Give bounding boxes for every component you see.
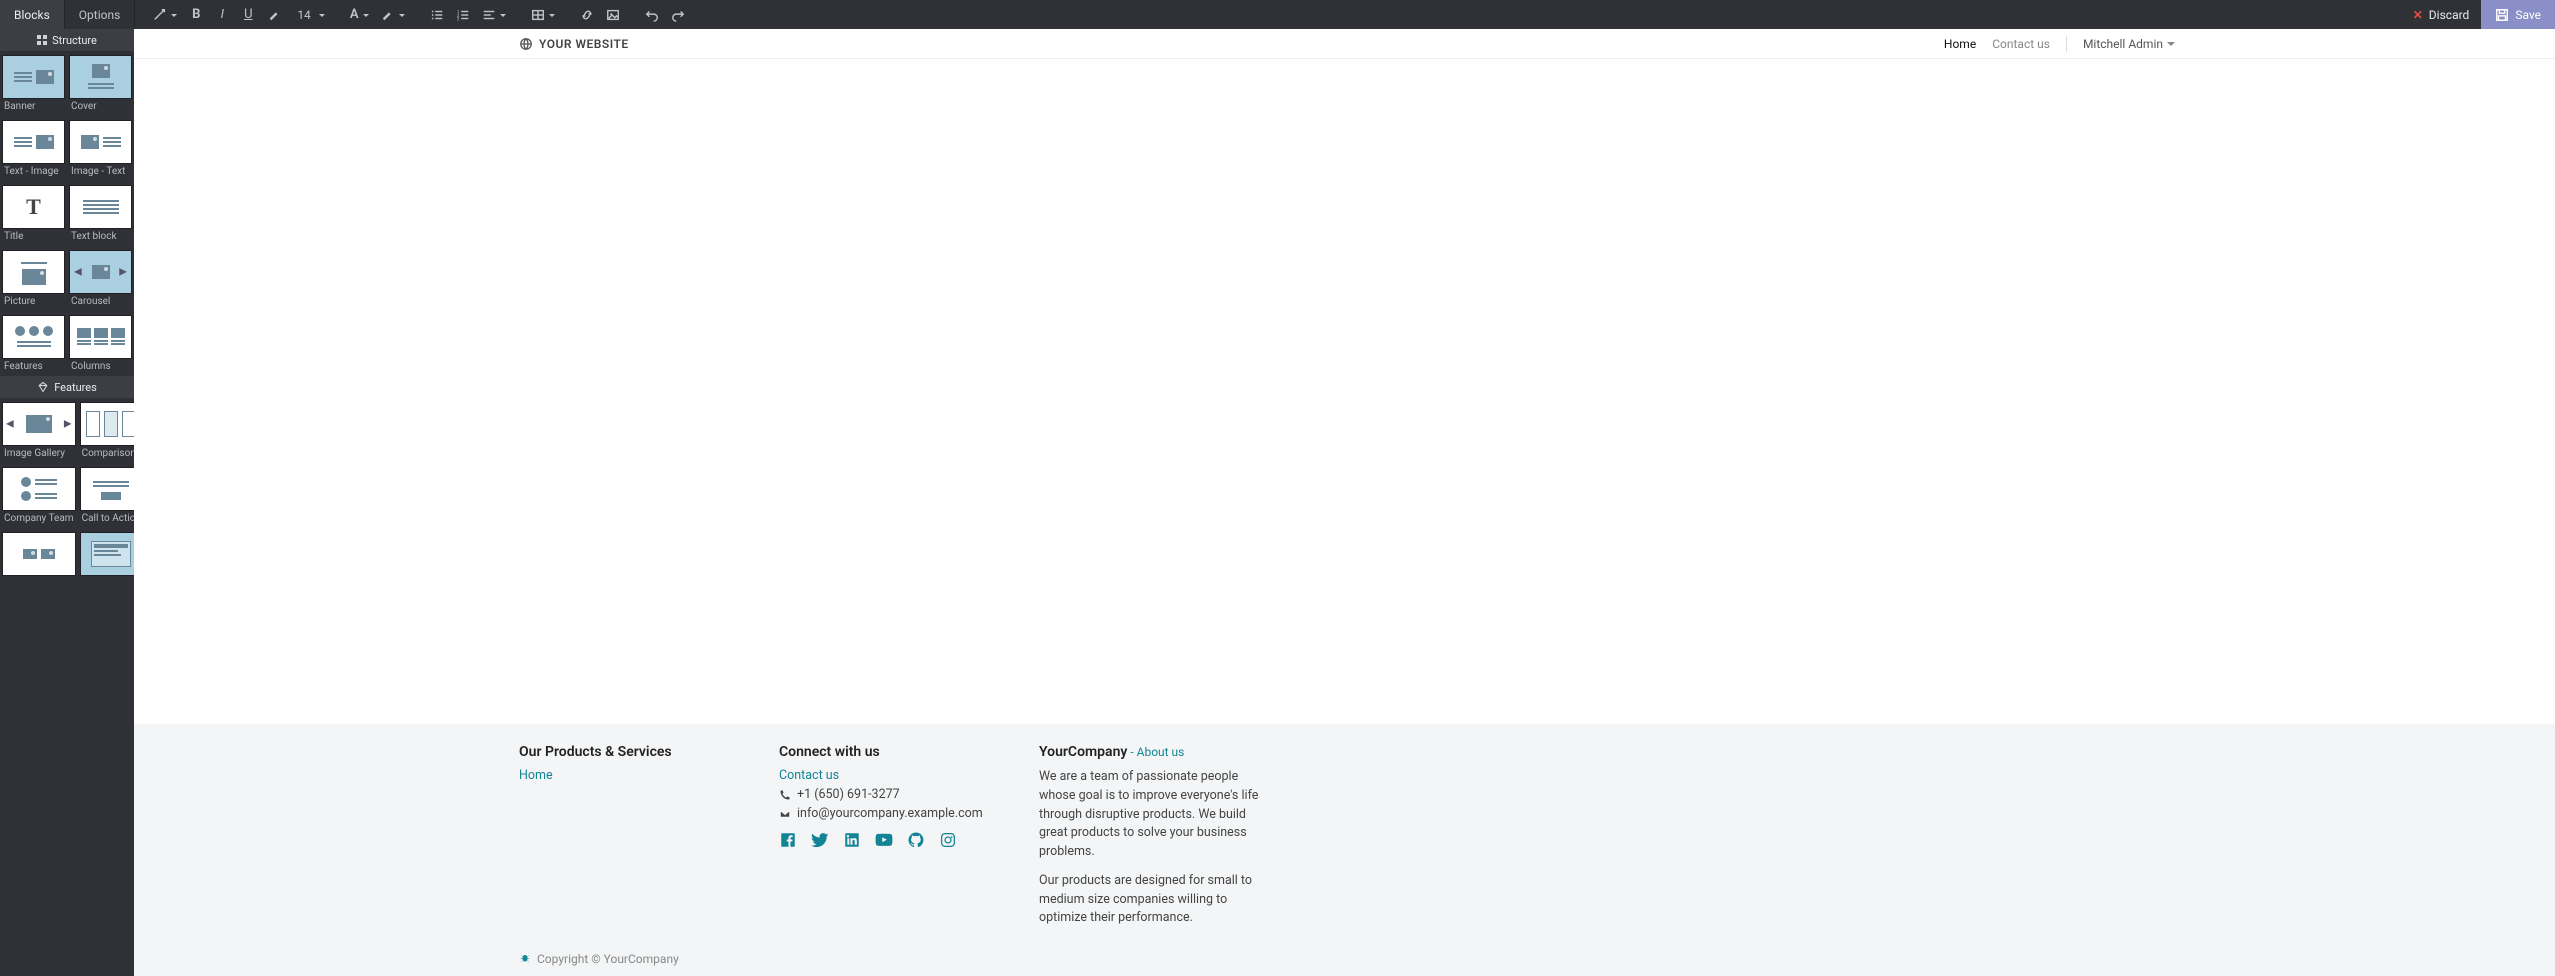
block-text-image[interactable]: Text - Image (0, 116, 67, 181)
underline-button[interactable]: U (235, 0, 261, 29)
footer-col1-title: Our Products & Services (519, 744, 739, 760)
youtube-icon[interactable] (875, 831, 893, 849)
block-features[interactable]: Features (0, 311, 67, 376)
highlight-dropdown[interactable] (375, 0, 411, 29)
footer-email: info@yourcompany.example.com (779, 806, 999, 821)
list-ol-button[interactable]: 123 (450, 0, 476, 29)
footer-socials (779, 831, 999, 849)
site-brand-text: YOUR WEBSITE (539, 37, 629, 51)
bold-button[interactable]: B (183, 0, 209, 29)
nav-user-menu[interactable]: Mitchell Admin (2083, 37, 2175, 51)
website-preview: YOUR WEBSITE Home Contact us Mitchell Ad… (134, 29, 2555, 976)
sidebar-scroll[interactable]: Structure Banner Cover Text - Image (0, 29, 134, 976)
footer-about-link[interactable]: About us (1137, 745, 1185, 759)
style-dropdown[interactable] (147, 0, 183, 29)
editor-toolbar: Blocks Options B I U 14 A 123 (0, 0, 2555, 29)
block-image-gallery[interactable]: ◀ ▶ Image Gallery (0, 398, 78, 463)
phone-icon (779, 789, 791, 801)
block-comparisons[interactable]: Comparisons (78, 398, 134, 463)
block-carousel[interactable]: ◀ ▶ Carousel (67, 246, 134, 311)
footer-link-home[interactable]: Home (519, 768, 739, 783)
italic-button[interactable]: I (209, 0, 235, 29)
font-color-dropdown[interactable]: A (344, 0, 375, 29)
envelope-icon (779, 808, 791, 820)
align-dropdown[interactable] (476, 0, 512, 29)
image-button[interactable] (600, 0, 626, 29)
nav-user-name: Mitchell Admin (2083, 37, 2163, 51)
save-button[interactable]: Save (2481, 0, 2555, 29)
block-image-text[interactable]: Image - Text (67, 116, 134, 181)
tab-options[interactable]: Options (65, 0, 136, 29)
block-call-to-action[interactable]: Call to Action (78, 463, 134, 528)
block-text[interactable]: Text block (67, 181, 134, 246)
facebook-icon[interactable] (779, 831, 797, 849)
redo-button[interactable] (665, 0, 691, 29)
footer-about-p2: Our products are designed for small to m… (1039, 872, 1269, 928)
block-partial-2[interactable] (78, 528, 134, 576)
bug-icon[interactable] (519, 953, 531, 965)
nav-contact[interactable]: Contact us (1992, 37, 2050, 51)
block-columns[interactable]: Columns (67, 311, 134, 376)
footer-link-contact[interactable]: Contact us (779, 768, 999, 783)
close-icon: ✕ (2413, 8, 2423, 22)
sidebar-heading-features: Features (0, 376, 134, 398)
footer-col2-title: Connect with us (779, 744, 999, 760)
linkedin-icon[interactable] (843, 831, 861, 849)
discard-button[interactable]: ✕ Discard (2401, 0, 2482, 29)
instagram-icon[interactable] (939, 831, 957, 849)
svg-text:3: 3 (456, 17, 459, 22)
site-header: YOUR WEBSITE Home Contact us Mitchell Ad… (134, 29, 2555, 59)
undo-button[interactable] (639, 0, 665, 29)
clear-format-button[interactable] (261, 0, 287, 29)
font-size-value: 14 (293, 8, 315, 22)
site-logo[interactable]: YOUR WEBSITE (519, 37, 629, 51)
twitter-icon[interactable] (811, 831, 829, 849)
list-ul-button[interactable] (424, 0, 450, 29)
save-icon (2495, 8, 2509, 22)
grid-icon (37, 35, 47, 45)
footer-col3-title: YourCompany - About us (1039, 744, 1269, 760)
font-size-dropdown[interactable]: 14 (287, 0, 331, 29)
github-icon[interactable] (907, 831, 925, 849)
font-color-letter: A (350, 7, 359, 22)
table-dropdown[interactable] (525, 0, 561, 29)
save-label: Save (2515, 8, 2541, 22)
blocks-sidebar: Structure Banner Cover Text - Image (0, 29, 134, 976)
block-company-team[interactable]: Company Team (0, 463, 78, 528)
tab-blocks[interactable]: Blocks (0, 0, 65, 29)
block-picture[interactable]: Picture (0, 246, 67, 311)
footer-about-p1: We are a team of passionate people whose… (1039, 768, 1269, 862)
footer-phone: +1 (650) 691-3277 (779, 787, 999, 802)
block-title[interactable]: T Title (0, 181, 67, 246)
site-body-empty[interactable] (134, 59, 2555, 724)
nav-home[interactable]: Home (1944, 37, 1976, 51)
block-partial-1[interactable] (0, 528, 78, 576)
discard-label: Discard (2429, 8, 2470, 22)
sidebar-heading-structure: Structure (0, 29, 134, 51)
site-footer: Our Products & Services Home Connect wit… (134, 724, 2555, 946)
block-banner[interactable]: Banner (0, 51, 67, 116)
link-button[interactable] (574, 0, 600, 29)
block-cover[interactable]: Cover (67, 51, 134, 116)
diamond-icon (37, 381, 49, 393)
site-copyright: Copyright © YourCompany (134, 946, 2555, 976)
globe-icon (519, 37, 533, 51)
